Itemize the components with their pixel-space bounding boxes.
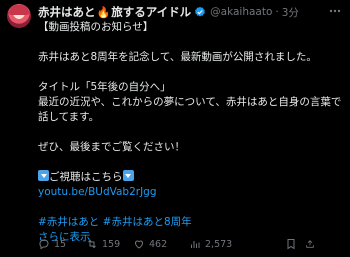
views-chart-icon	[191, 241, 200, 248]
display-name-suffix[interactable]: 旅するアイドル	[111, 4, 191, 20]
body-blank	[38, 200, 343, 215]
like-button[interactable]: 462	[133, 238, 189, 250]
separator-dot: ·	[275, 6, 279, 18]
down-arrow-icon	[38, 170, 49, 181]
tweet-body: 【動画投稿のお知らせ】 赤井はあと8周年を記念して、最新動画が公開されました。 …	[38, 20, 343, 245]
retweet-icon	[88, 239, 96, 249]
hashtag-link[interactable]: #赤井はあと8周年	[103, 216, 192, 228]
bookmark-icon	[287, 239, 295, 250]
more-icon[interactable]	[328, 6, 342, 16]
bookmark-button[interactable]	[285, 238, 305, 250]
avatar[interactable]	[7, 4, 31, 28]
reply-icon	[39, 239, 49, 250]
body-line: 話してます。	[38, 111, 100, 123]
action-bar: 15 159 462 2,573	[38, 236, 343, 252]
like-count: 462	[149, 238, 168, 250]
cta-line: ご視聴はこちら	[38, 170, 343, 185]
body-blank	[38, 65, 343, 80]
video-link[interactable]: youtu.be/BUdVab2rJgg	[38, 185, 343, 200]
reply-button[interactable]: 15	[38, 238, 86, 250]
body-line: ぜひ、最後までご覧ください！	[38, 141, 185, 153]
cta-text: ご視聴はこちら	[49, 171, 123, 183]
reply-count: 15	[54, 238, 67, 250]
body-line: 最近の近況や、これからの夢について、赤井はあと自身の言葉で	[38, 96, 342, 108]
view-count: 2,573	[205, 238, 233, 250]
tweet[interactable]: 赤井はあと 🔥 旅するアイドル @akaihaato · 3分 【動画投稿のお知…	[0, 0, 350, 257]
verified-badge-icon	[195, 6, 205, 17]
timestamp[interactable]: 3分	[282, 5, 299, 20]
body-line: タイトル「5年後の自分へ」	[38, 81, 171, 93]
retweet-button[interactable]: 159	[86, 238, 133, 250]
tweet-header: 赤井はあと 🔥 旅するアイドル @akaihaato · 3分	[38, 3, 299, 21]
handle[interactable]: @akaihaato	[210, 6, 272, 18]
body-blank	[38, 155, 343, 170]
heart-icon	[134, 240, 144, 249]
share-button[interactable]	[305, 238, 319, 250]
hashtag-link[interactable]: #赤井はあと	[38, 216, 99, 228]
down-arrow-icon	[122, 170, 134, 181]
body-blank	[38, 125, 343, 140]
views-button[interactable]: 2,573	[189, 238, 285, 250]
display-name[interactable]: 赤井はあと	[38, 4, 96, 20]
hashtag-line: #赤井はあと #赤井はあと8周年	[38, 215, 343, 230]
share-icon	[306, 240, 314, 248]
fire-icon: 🔥	[96, 5, 111, 19]
body-line: 赤井はあと8周年を記念して、最新動画が公開されました。	[38, 51, 317, 63]
retweet-count: 159	[102, 238, 121, 250]
body-blank	[38, 35, 343, 50]
body-line: 【動画投稿のお知らせ】	[38, 21, 154, 33]
